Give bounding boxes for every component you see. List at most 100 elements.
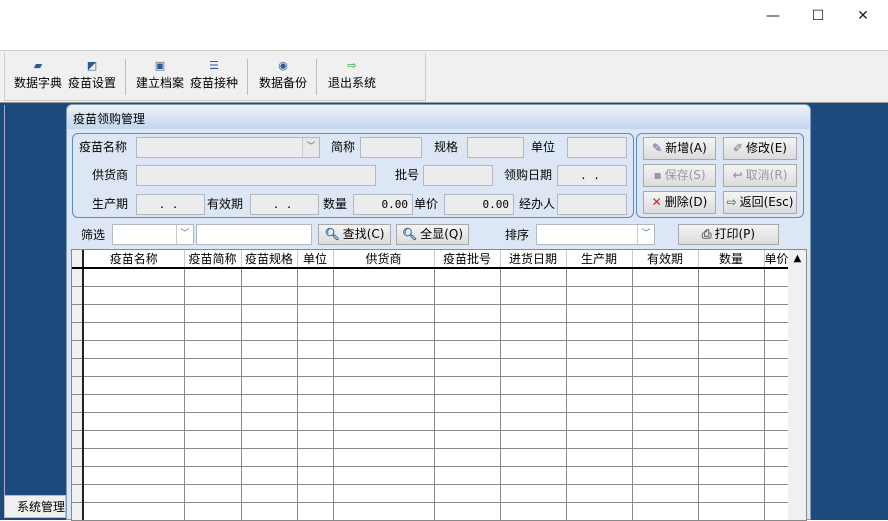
table-cell[interactable] [333, 394, 435, 413]
table-cell[interactable] [297, 466, 334, 485]
table-cell[interactable] [764, 466, 790, 485]
table-cell[interactable] [632, 412, 699, 431]
table-cell[interactable] [500, 430, 567, 449]
minimize-button[interactable]: — [758, 6, 788, 26]
cancel-button[interactable]: ↩ 取消(R) [723, 164, 797, 187]
column-header[interactable]: 生产期 [566, 250, 633, 269]
table-cell[interactable] [241, 340, 298, 359]
table-row[interactable] [72, 412, 790, 431]
table-cell[interactable] [241, 502, 298, 520]
table-cell[interactable] [764, 394, 790, 413]
price-field[interactable]: 0.00 [444, 194, 514, 215]
column-header[interactable]: 供货商 [333, 250, 435, 269]
filter-field-combo[interactable]: ﹀ [112, 224, 194, 245]
table-cell[interactable] [297, 286, 334, 305]
table-cell[interactable] [764, 322, 790, 341]
table-cell[interactable] [297, 448, 334, 467]
table-cell[interactable] [241, 394, 298, 413]
table-cell[interactable] [698, 304, 765, 323]
column-header[interactable]: 疫苗规格 [241, 250, 298, 269]
table-cell[interactable] [764, 412, 790, 431]
table-cell[interactable] [632, 448, 699, 467]
table-cell[interactable] [184, 412, 242, 431]
column-header[interactable]: 数量 [698, 250, 765, 269]
data-grid[interactable]: 疫苗名称 疫苗简称 疫苗规格 单位 供货商 疫苗批号 进货日期 生产期 有效期 … [71, 249, 807, 521]
table-cell[interactable] [184, 322, 242, 341]
table-cell[interactable] [566, 322, 633, 341]
table-cell[interactable] [566, 466, 633, 485]
table-cell[interactable] [184, 466, 242, 485]
toolbar-vaccine-settings[interactable]: ◩ 疫苗设置 [66, 59, 118, 99]
table-cell[interactable] [698, 340, 765, 359]
table-cell[interactable] [698, 412, 765, 431]
table-cell[interactable] [434, 268, 501, 287]
table-row[interactable] [72, 304, 790, 323]
table-cell[interactable] [500, 448, 567, 467]
table-cell[interactable] [500, 340, 567, 359]
table-cell[interactable] [500, 358, 567, 377]
table-cell[interactable] [434, 466, 501, 485]
row-indicator[interactable] [72, 430, 84, 449]
table-row[interactable] [72, 430, 790, 449]
back-button[interactable]: ⇨ 返回(Esc) [723, 191, 797, 214]
table-cell[interactable] [632, 430, 699, 449]
row-indicator[interactable] [72, 466, 84, 485]
table-cell[interactable] [632, 484, 699, 503]
table-cell[interactable] [698, 430, 765, 449]
table-cell[interactable] [297, 358, 334, 377]
table-cell[interactable] [764, 358, 790, 377]
row-indicator[interactable] [72, 322, 84, 341]
table-cell[interactable] [241, 286, 298, 305]
vaccine-name-combo[interactable]: ﹀ [136, 137, 320, 158]
table-cell[interactable] [241, 358, 298, 377]
table-cell[interactable] [764, 340, 790, 359]
table-cell[interactable] [184, 358, 242, 377]
row-indicator[interactable] [72, 412, 84, 431]
table-cell[interactable] [297, 502, 334, 520]
table-cell[interactable] [566, 484, 633, 503]
row-indicator[interactable] [72, 358, 84, 377]
table-cell[interactable] [698, 268, 765, 287]
table-cell[interactable] [184, 286, 242, 305]
table-cell[interactable] [698, 502, 765, 520]
table-row[interactable] [72, 502, 790, 520]
table-cell[interactable] [500, 466, 567, 485]
table-cell[interactable] [566, 340, 633, 359]
table-cell[interactable] [566, 268, 633, 287]
table-cell[interactable] [333, 430, 435, 449]
table-cell[interactable] [434, 412, 501, 431]
table-cell[interactable] [500, 304, 567, 323]
table-cell[interactable] [500, 268, 567, 287]
table-cell[interactable] [434, 394, 501, 413]
row-indicator[interactable] [72, 268, 84, 287]
table-cell[interactable] [297, 322, 334, 341]
table-cell[interactable] [698, 322, 765, 341]
column-header[interactable]: 单位 [297, 250, 334, 269]
table-cell[interactable] [764, 304, 790, 323]
table-cell[interactable] [83, 322, 185, 341]
table-cell[interactable] [632, 358, 699, 377]
table-row[interactable] [72, 376, 790, 395]
table-cell[interactable] [632, 340, 699, 359]
table-row[interactable] [72, 340, 790, 359]
table-cell[interactable] [184, 484, 242, 503]
table-cell[interactable] [764, 268, 790, 287]
table-cell[interactable] [434, 340, 501, 359]
row-indicator[interactable] [72, 340, 84, 359]
handler-field[interactable] [557, 194, 627, 215]
edit-button[interactable]: ✐ 修改(E) [723, 137, 797, 160]
table-cell[interactable] [297, 268, 334, 287]
column-header[interactable]: 进货日期 [500, 250, 567, 269]
maximize-button[interactable]: ☐ [803, 6, 833, 26]
table-cell[interactable] [184, 376, 242, 395]
table-cell[interactable] [764, 448, 790, 467]
print-button[interactable]: ⎙ 打印(P) [678, 224, 779, 245]
table-cell[interactable] [83, 430, 185, 449]
column-header[interactable]: 疫苗批号 [434, 250, 501, 269]
table-cell[interactable] [184, 268, 242, 287]
left-panel-footer[interactable]: 系统管理 [4, 495, 66, 518]
table-cell[interactable] [83, 466, 185, 485]
row-indicator[interactable] [72, 304, 84, 323]
table-cell[interactable] [698, 448, 765, 467]
table-cell[interactable] [184, 448, 242, 467]
